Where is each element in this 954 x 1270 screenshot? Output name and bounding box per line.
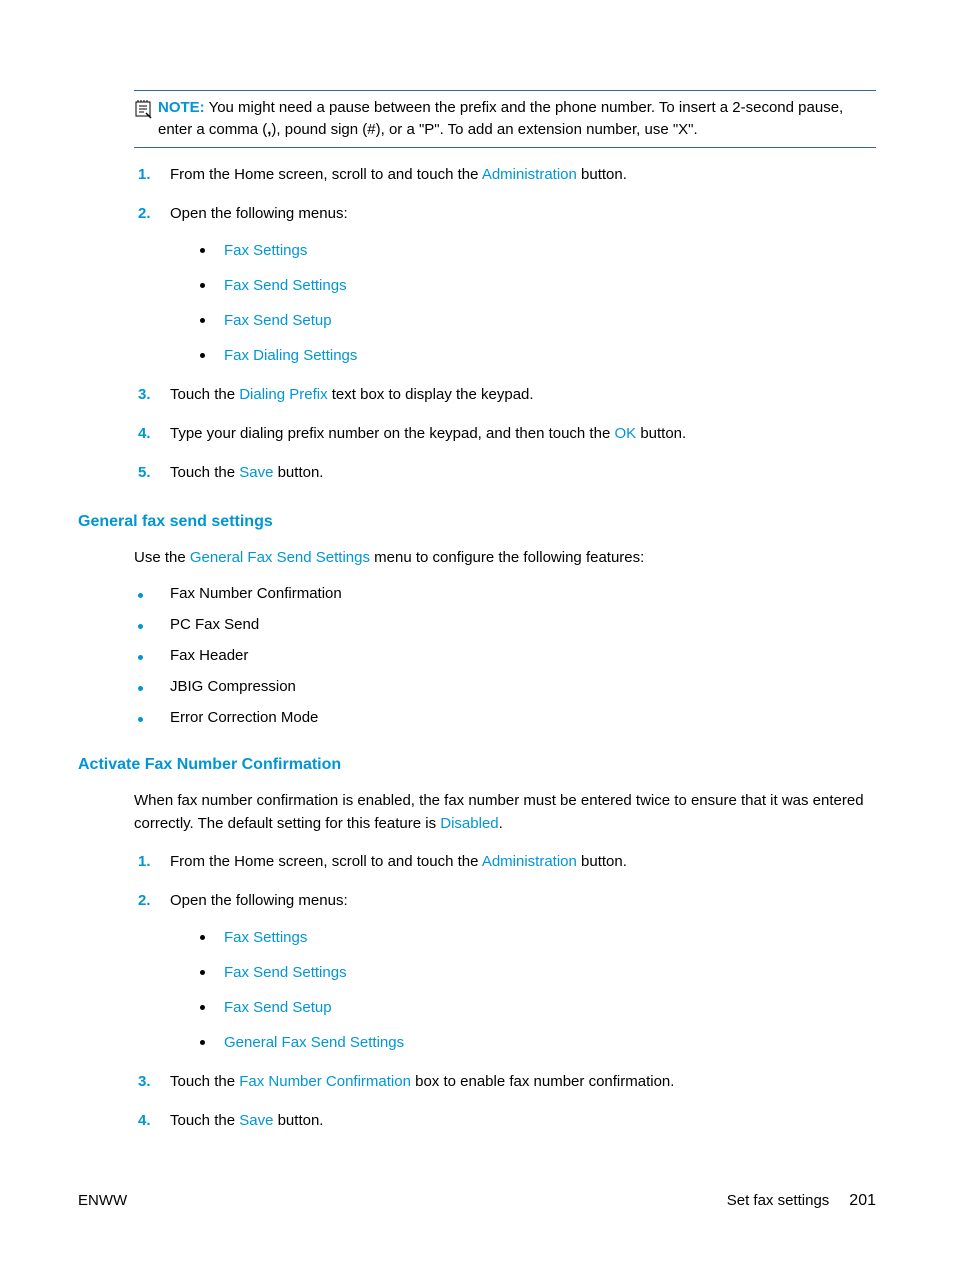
features-list: Fax Number Confirmation PC Fax Send Fax … <box>134 585 876 726</box>
note-body-2: ), pound sign (#), or a "P". To add an e… <box>271 121 697 138</box>
ui-term-general-fax-send-settings: General Fax Send Settings <box>190 549 370 566</box>
submenu-item: Fax Send Setup <box>200 997 876 1018</box>
ui-term-ok: OK <box>614 425 636 442</box>
note-text: NOTE: You might need a pause between the… <box>158 97 876 141</box>
steps-list-2: From the Home screen, scroll to and touc… <box>134 851 876 1131</box>
ui-term-administration: Administration <box>482 853 577 870</box>
submenu-item: Fax Dialing Settings <box>200 345 876 366</box>
heading-activate-fax-confirmation: Activate Fax Number Confirmation <box>78 756 876 774</box>
submenu-item: Fax Send Settings <box>200 275 876 296</box>
ui-term-save: Save <box>239 1112 273 1129</box>
footer-section-title: Set fax settings <box>727 1192 830 1209</box>
step-1: From the Home screen, scroll to and touc… <box>160 851 876 872</box>
ui-term-dialing-prefix: Dialing Prefix <box>239 386 327 403</box>
page-footer: ENWW Set fax settings 201 <box>78 1192 876 1210</box>
page-content: NOTE: You might need a pause between the… <box>0 0 954 1209</box>
step-2: Open the following menus: Fax Settings F… <box>160 203 876 366</box>
step-4: Touch the Save button. <box>160 1110 876 1131</box>
step-1: From the Home screen, scroll to and touc… <box>160 164 876 185</box>
general-intro: Use the General Fax Send Settings menu t… <box>134 547 876 570</box>
note-icon <box>134 99 154 119</box>
ui-term-fax-number-confirmation: Fax Number Confirmation <box>239 1073 411 1090</box>
footer-left: ENWW <box>78 1192 127 1210</box>
ui-term-disabled: Disabled <box>440 815 498 832</box>
ui-term-administration: Administration <box>482 166 577 183</box>
heading-general-fax-send: General fax send settings <box>78 513 876 531</box>
submenu-item: Fax Send Setup <box>200 310 876 331</box>
feature-item: Fax Header <box>160 647 876 664</box>
submenu-item: Fax Settings <box>200 927 876 948</box>
submenu-item: General Fax Send Settings <box>200 1032 876 1053</box>
feature-item: JBIG Compression <box>160 678 876 695</box>
page-number: 201 <box>849 1192 876 1210</box>
submenu-list-2: Fax Settings Fax Send Settings Fax Send … <box>200 927 876 1053</box>
feature-item: Error Correction Mode <box>160 709 876 726</box>
step-2: Open the following menus: Fax Settings F… <box>160 890 876 1053</box>
activate-intro: When fax number confirmation is enabled,… <box>134 790 876 835</box>
feature-item: PC Fax Send <box>160 616 876 633</box>
step-3: Touch the Dialing Prefix text box to dis… <box>160 384 876 405</box>
footer-right: Set fax settings 201 <box>727 1192 876 1210</box>
ui-term-save: Save <box>239 464 273 481</box>
submenu-list-1: Fax Settings Fax Send Settings Fax Send … <box>200 240 876 366</box>
note-box: NOTE: You might need a pause between the… <box>134 90 876 148</box>
note-label: NOTE: <box>158 99 205 116</box>
step-3: Touch the Fax Number Confirmation box to… <box>160 1071 876 1092</box>
steps-list-1: From the Home screen, scroll to and touc… <box>134 164 876 483</box>
step-5: Touch the Save button. <box>160 462 876 483</box>
submenu-item: Fax Settings <box>200 240 876 261</box>
step-4: Type your dialing prefix number on the k… <box>160 423 876 444</box>
feature-item: Fax Number Confirmation <box>160 585 876 602</box>
submenu-item: Fax Send Settings <box>200 962 876 983</box>
